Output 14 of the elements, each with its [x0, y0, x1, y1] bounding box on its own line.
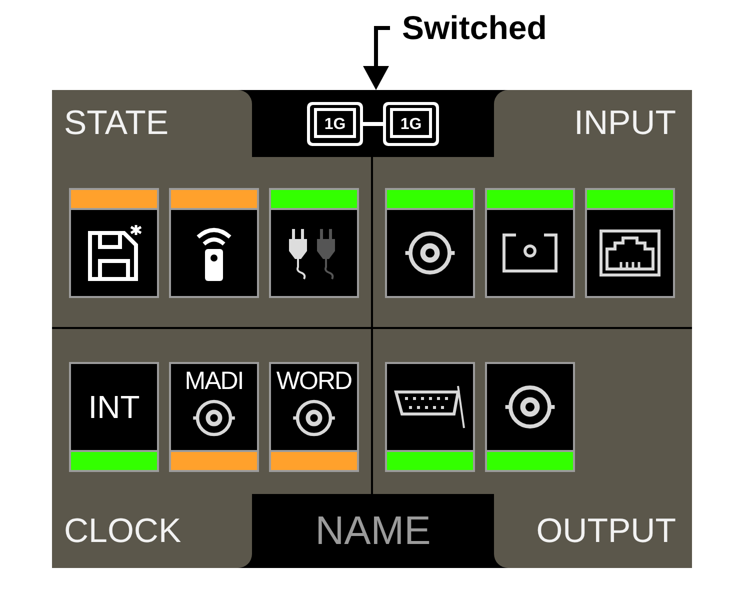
clock-source-label: INT: [88, 389, 140, 425]
ethernet-port-icon: [599, 229, 661, 277]
optical-port-icon: [500, 231, 560, 275]
d-sub-connector-icon: [392, 384, 468, 430]
section-label: CLOCK: [64, 510, 182, 552]
section-label: INPUT: [574, 103, 676, 144]
clock-source-label: WORD: [276, 366, 352, 396]
port-speed-label: 1G: [324, 114, 346, 134]
section-label: STATE: [64, 103, 169, 144]
annotation-label: Switched: [402, 8, 547, 48]
section-label: OUTPUT: [536, 510, 676, 552]
port-speed-label: 1G: [400, 114, 422, 134]
clock-source-label: MADI: [184, 366, 244, 396]
name-label: NAME: [315, 508, 431, 555]
